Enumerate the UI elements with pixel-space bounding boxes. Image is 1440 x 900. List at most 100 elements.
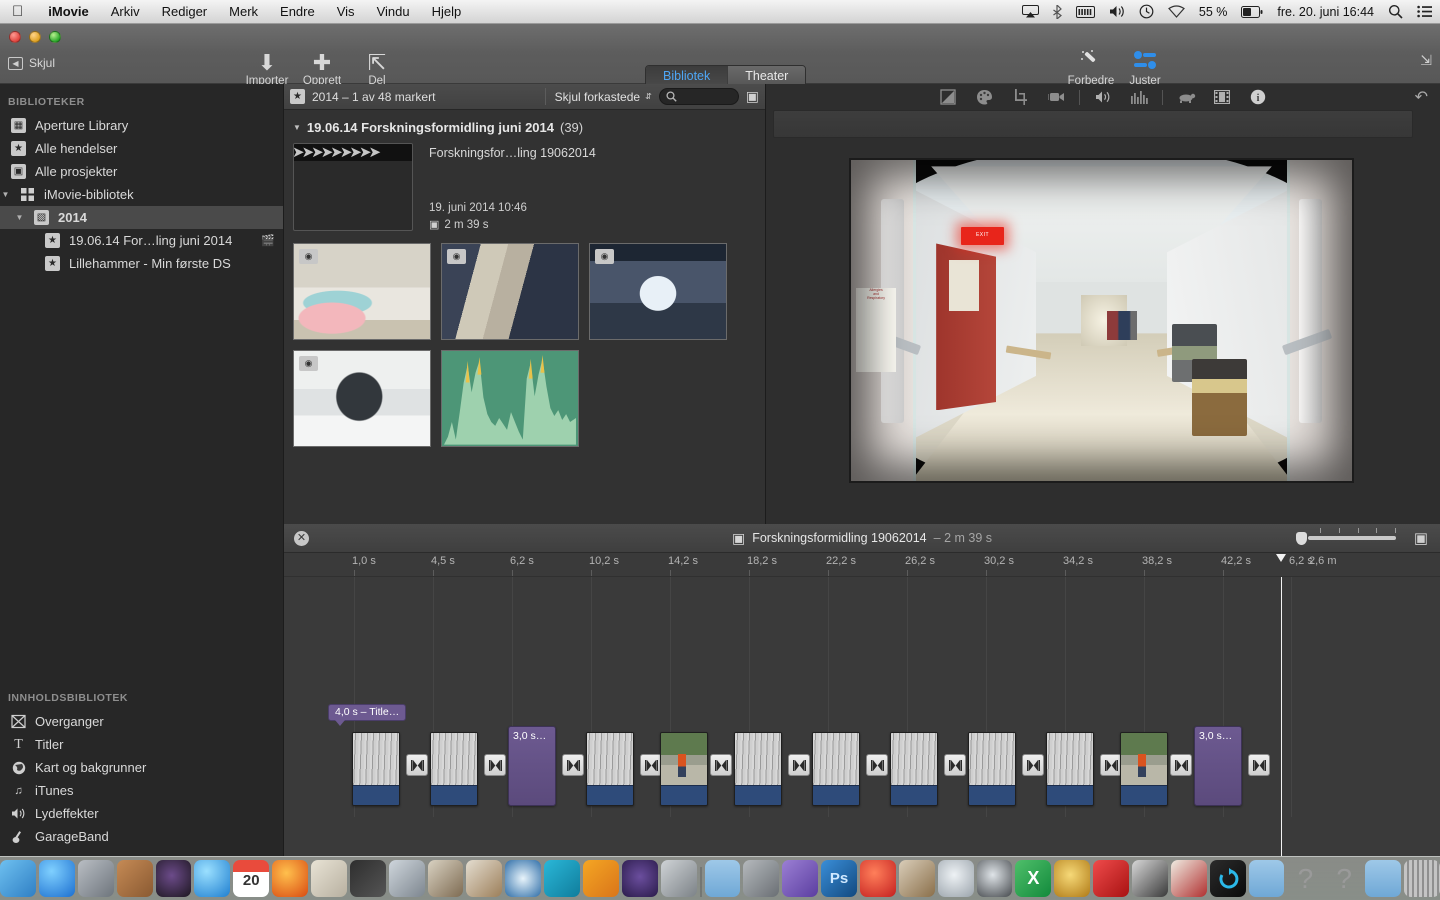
dark-corridor-thumbnail[interactable]: ◉ [589,243,727,340]
zoom-window-button[interactable] [49,31,61,43]
zoom-slider-knob[interactable] [1296,531,1307,545]
menu-item-hjelp[interactable]: Hjelp [421,4,473,19]
dock-item-finder-icon[interactable] [0,860,36,897]
sidebar-item-overganger[interactable]: Overganger [0,710,283,733]
audio-waveform-thumbnail[interactable] [441,350,579,447]
sidebar-item-aperture-library[interactable]: ▦ Aperture Library [0,114,283,137]
info-icon[interactable]: i [1240,84,1276,110]
sidebar-item-titler[interactable]: T Titler [0,733,283,756]
dock-item-realplayer-icon[interactable] [1093,860,1129,897]
menu-item-rediger[interactable]: Rediger [151,4,219,19]
video-clip[interactable] [734,732,782,806]
wifi-icon[interactable] [1161,5,1192,18]
transition-icon[interactable] [944,754,966,776]
transition-icon[interactable] [1248,754,1270,776]
project-list-item[interactable]: ➤➤➤➤➤➤➤➤➤ Forskningsfor…ling 19062014 19… [284,143,765,235]
apple-logo-icon[interactable]:  [12,4,23,19]
filmstrip-view-icon[interactable]: ▣ [746,88,759,105]
transition-icon[interactable] [562,754,584,776]
close-window-button[interactable] [9,31,21,43]
disclosure-twisty-icon[interactable]: ▼ [14,213,25,222]
sidebar-item-event-forskningsformidling[interactable]: ★ 19.06.14 For…ling juni 2014 🎬 [0,229,283,252]
crop-icon[interactable] [1002,84,1038,110]
stabilization-icon[interactable] [1038,84,1074,110]
transition-icon[interactable] [1100,754,1122,776]
dock-item-contacts-icon[interactable] [116,860,153,897]
dock-item-folder-icon[interactable] [1248,860,1285,897]
timeline-ruler[interactable]: 1,0 s 4,5 s 6,2 s 10,2 s 14,2 s 18,2 s 22,2 s 2… [284,553,1440,577]
minimize-window-button[interactable] [29,31,41,43]
sidebar-item-lydeffekter[interactable]: Lydeffekter [0,802,283,825]
bluetooth-icon[interactable] [1046,4,1069,19]
menu-item-endre[interactable]: Endre [269,4,326,19]
dock-item-puzzle-icon[interactable] [782,860,819,897]
sidebar-item-alle-prosjekter[interactable]: ▣ Alle prosjekter [0,160,283,183]
dock-item-app-store-icon[interactable] [38,860,75,897]
close-icon[interactable]: ✕ [294,530,309,546]
dock-item-question-icon[interactable]: ? [1287,860,1323,897]
dock-item-itunes-icon[interactable] [194,860,231,897]
clinic-room-thumbnail[interactable]: ◉ [441,243,579,340]
disclosure-twisty-icon[interactable]: ▼ [293,123,301,132]
filter-popup-button[interactable]: Skjul forkastede ⇵ [555,90,652,104]
adjust-button[interactable]: Juster [1113,50,1177,87]
dock-item-amber-icon[interactable] [1054,860,1091,897]
search-input[interactable] [658,88,739,105]
title-clip[interactable]: 3,0 s… [1194,726,1242,806]
volume-icon[interactable] [1085,84,1121,110]
dock-item-imovie-icon[interactable] [621,860,658,897]
equipment-corridor-thumbnail[interactable]: ◉ [293,350,431,447]
hide-sidebar-button[interactable]: ◀ Skjul [8,56,55,70]
menu-item-vindu[interactable]: Vindu [366,4,421,19]
dock-item-paint-icon[interactable] [466,860,503,897]
dock-item-backup-icon[interactable] [1209,860,1246,897]
playhead-handle[interactable] [1276,554,1286,562]
transition-icon[interactable] [484,754,506,776]
dock-item-mail-icon[interactable] [311,860,347,897]
dock-item-photoshop-icon[interactable]: Ps [821,860,857,897]
dock-item-cleaner-icon[interactable] [859,860,896,897]
video-viewer[interactable]: EXIT Allergies and Respiratory [849,158,1354,483]
dock-item-folder-icon[interactable] [1365,860,1401,897]
transition-icon[interactable] [406,754,428,776]
video-clip[interactable] [968,732,1016,806]
dock-item-excel-icon[interactable]: X [1015,860,1052,897]
transition-icon[interactable] [640,754,662,776]
dock-item-pages-icon[interactable] [583,860,619,897]
video-clip[interactable] [812,732,860,806]
dock-item-cd-burner-icon[interactable] [937,860,974,897]
dock-item-folder-icon[interactable] [704,860,741,897]
sidebar-item-kart-og-bakgrunner[interactable]: Kart og bakgrunner [0,756,283,779]
sidebar-item-2014[interactable]: ▼ ▧ 2014 [0,206,283,229]
airplay-icon[interactable] [1015,5,1046,18]
title-clip[interactable]: 3,0 s… [508,726,556,806]
speed-turtle-icon[interactable] [1168,84,1204,110]
window-controls[interactable] [9,31,61,43]
sidebar-item-lillehammer[interactable]: ★ Lillehammer - Min første DS [0,252,283,275]
menu-item-vis[interactable]: Vis [326,4,366,19]
share-button[interactable]: ⇱ Del [345,50,409,87]
sidebar-item-imovie-bibliotek[interactable]: ▼ iMovie-bibliotek [0,183,283,206]
timeline-zoom-slider[interactable] [1296,528,1396,545]
dock-item-system-preferences-icon[interactable] [77,860,114,897]
notification-center-icon[interactable] [1410,5,1440,18]
dock-item-spiral-icon[interactable] [505,860,542,897]
dock-item-iphoto-icon[interactable] [427,860,464,897]
transition-icon[interactable] [788,754,810,776]
dock-item-firefox-icon[interactable] [272,860,308,897]
timeline-body[interactable]: 4,0 s – Title…3,0 s…3,0 s…1,0 m – Cirlce… [284,577,1440,856]
title-clip-flag[interactable]: 4,0 s – Title… [328,704,407,726]
transition-icon[interactable] [1022,754,1044,776]
playhead[interactable] [1281,577,1282,856]
volume-icon[interactable] [1102,5,1132,18]
video-clip[interactable] [1046,732,1094,806]
transition-icon[interactable] [710,754,732,776]
spotlight-search-icon[interactable] [1381,4,1410,19]
undo-icon[interactable]: ↶ [1415,87,1428,107]
video-clip[interactable] [586,732,634,806]
video-clip[interactable] [352,732,400,806]
menu-item-imovie[interactable]: iMovie [37,4,99,19]
battery-icon[interactable] [1234,5,1270,18]
zoom-slider-track[interactable] [1308,528,1396,540]
dock-item-question-icon[interactable]: ? [1326,860,1362,897]
